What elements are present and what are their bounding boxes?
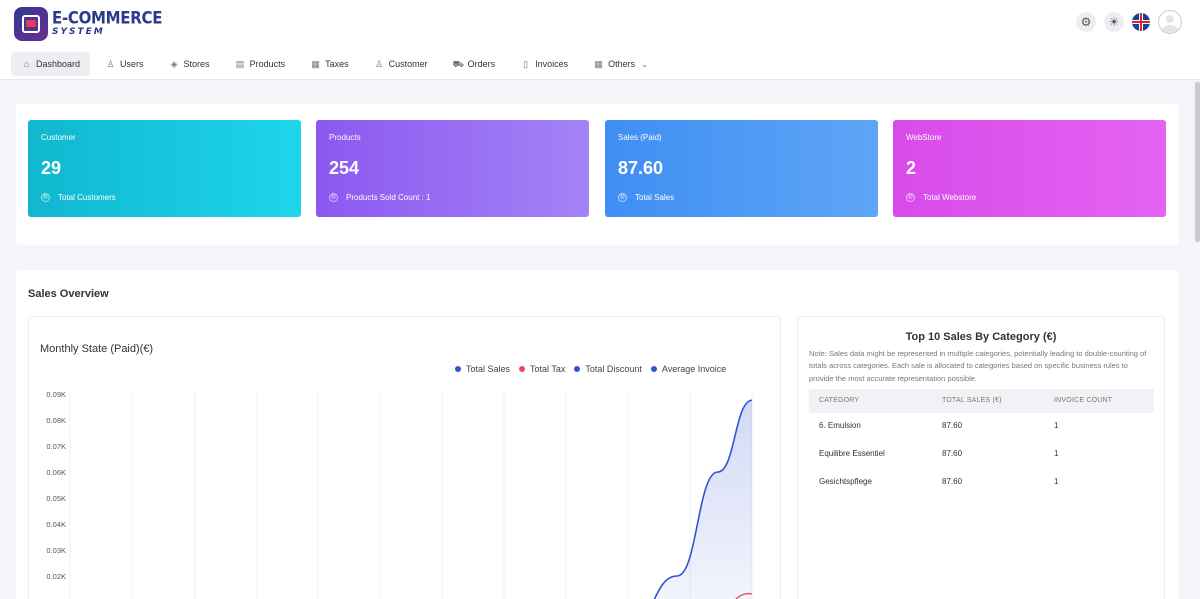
column-header[interactable]: TOTAL SALES (€) (942, 397, 1002, 404)
table-row[interactable]: 6. Emulsion 87.60 1 (809, 413, 1154, 441)
total-sales-cell: 87.60 (942, 421, 963, 430)
y-tick-label: 0.06K (46, 468, 66, 477)
table-row[interactable]: Gesichtspflege 87.60 1 (809, 469, 1154, 497)
category-cell: Gesichtspflege (819, 477, 872, 486)
y-tick-label: 0.04K (46, 520, 66, 529)
total-sales-cell: 87.60 (942, 449, 963, 458)
total-sales-cell: 87.60 (942, 477, 963, 486)
top-sales-title: Top 10 Sales By Category (€) (905, 331, 1057, 343)
invoice-count-cell: 1 (1054, 477, 1059, 486)
category-cell: Equilibre Essentiel (819, 449, 885, 458)
total-sales-line[interactable] (70, 399, 753, 599)
category-cell: 6. Emulsion (819, 421, 861, 430)
total-sales-area (70, 400, 752, 599)
y-tick-label: 0.05K (46, 494, 66, 503)
table-header: CATEGORY TOTAL SALES (€) INVOICE COUNT (809, 389, 1154, 413)
y-tick-label: 0.03K (46, 546, 66, 555)
invoice-count-cell: 1 (1054, 449, 1059, 458)
y-tick-label: 0.07K (46, 442, 66, 451)
column-header[interactable]: CATEGORY (819, 397, 859, 404)
y-tick-label: 0.08K (46, 416, 66, 425)
table-row[interactable]: Equilibre Essentiel 87.60 1 (809, 441, 1154, 469)
page-scrollbar[interactable] (1195, 82, 1200, 242)
invoice-count-cell: 1 (1054, 421, 1059, 430)
top-sales-note: Note: Sales data might be represented in… (809, 349, 1147, 383)
column-header[interactable]: INVOICE COUNT (1054, 397, 1112, 404)
y-tick-label: 0.09K (46, 390, 66, 399)
y-tick-label: 0.02K (46, 572, 66, 581)
